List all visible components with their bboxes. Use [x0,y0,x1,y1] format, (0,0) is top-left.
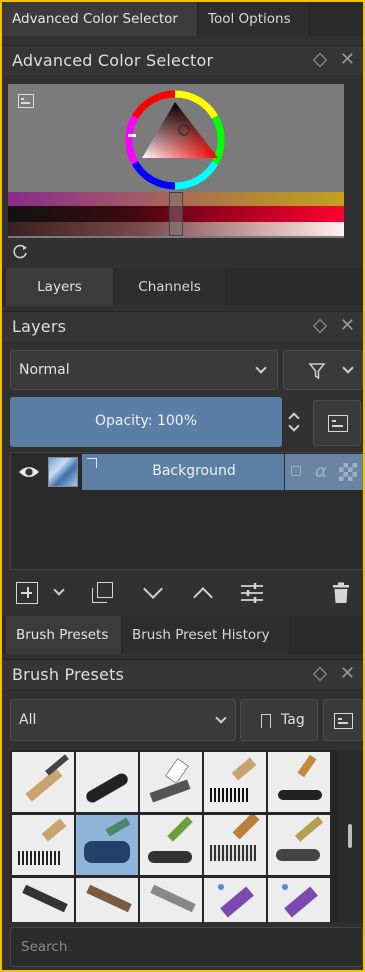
selector-settings-icon[interactable] [18,94,34,108]
brush-preset-tile[interactable] [268,752,330,812]
brush-preset-tile[interactable] [268,878,330,922]
tab-label: Layers [37,279,82,295]
tab-advanced-color-selector[interactable]: Advanced Color Selector [2,2,198,36]
layer-properties-sliders-icon[interactable] [240,582,264,604]
bookmark-icon [261,714,271,728]
scrollbar-thumb[interactable] [348,824,352,848]
brush-preset-tile[interactable] [76,878,138,922]
chevron-down-icon [255,362,267,374]
color-selector-title: Advanced Color Selector [12,51,214,70]
duplicate-layer-icon[interactable] [92,582,114,604]
tab-label: Tool Options [208,11,291,27]
brush-preset-tile[interactable] [204,815,266,875]
brush-preset-tile[interactable] [204,752,266,812]
properties-icon [328,415,348,432]
brush-grid-scrollbar[interactable] [338,750,363,922]
brush-preset-tile[interactable] [204,878,266,922]
layers-titlebar: Layers ✕ [2,311,363,341]
brush-preset-tile[interactable] [140,752,202,812]
eye-icon[interactable] [18,464,40,480]
layer-thumbnail [48,457,78,487]
hue-ring-triangle[interactable] [120,88,230,192]
close-docker-icon[interactable]: ✕ [340,49,355,71]
move-layer-down-icon[interactable] [143,579,163,599]
brush-tab-bar: Brush Presets Brush Preset History [2,616,363,654]
brush-preset-tile[interactable] [76,752,138,812]
tab-label: Brush Presets [16,627,109,643]
delete-layer-icon[interactable] [332,582,350,604]
float-docker-icon[interactable] [312,666,328,682]
layer-name-cell[interactable]: Background [104,454,284,490]
color-selector-titlebar: Advanced Color Selector ✕ [2,45,363,75]
brush-preset-tile[interactable] [12,752,74,812]
brush-preset-tile[interactable] [12,815,74,875]
tab-channels[interactable]: Channels [114,268,226,306]
layers-toolbar [2,576,363,610]
brush-preset-tile-selected[interactable] [76,815,138,875]
tab-tool-options[interactable]: Tool Options [198,2,310,36]
refresh-icon[interactable] [11,243,29,261]
top-tab-bar: Advanced Color Selector Tool Options [2,2,363,36]
layer-properties-button[interactable] [313,400,361,446]
brush-preset-tile[interactable] [140,815,202,875]
float-docker-icon[interactable] [312,52,328,68]
layers-title: Layers [12,317,67,336]
brush-preset-tile[interactable] [268,815,330,875]
tag-button[interactable]: Tag [240,699,318,741]
tab-label: Brush Preset History [132,627,270,643]
opacity-slider[interactable]: Opacity: 100% [10,397,282,447]
opacity-spinner[interactable] [287,408,301,436]
tab-layers[interactable]: Layers [6,268,114,306]
chevron-down-icon [215,712,227,724]
layers-tab-bar: Layers Channels [2,268,363,306]
move-layer-up-icon[interactable] [193,587,213,607]
add-layer-icon[interactable] [16,582,38,604]
krita-docker-column: Advanced Color Selector Tool Options Adv… [2,2,363,970]
brush-preset-grid [10,750,338,922]
brush-presets-titlebar: Brush Presets ✕ [2,659,363,689]
tab-label: Channels [138,279,201,295]
chevron-down-icon[interactable] [53,584,65,596]
layer-row[interactable]: Background α [12,454,363,490]
brush-search-field[interactable]: Search [10,927,363,967]
brush-preset-tile[interactable] [140,878,202,922]
color-selector-area[interactable] [8,84,344,238]
chevron-down-icon [342,362,354,374]
brush-preset-tile[interactable] [12,878,74,922]
alpha-lock-icon[interactable]: α [315,461,327,482]
layer-type-icon [82,454,104,490]
brush-filter-value: All [19,712,37,728]
layer-filter-button[interactable] [283,350,363,390]
tab-brush-presets[interactable]: Brush Presets [6,616,122,654]
brush-presets-title: Brush Presets [12,665,125,684]
close-docker-icon[interactable]: ✕ [340,663,355,685]
inherit-alpha-icon[interactable] [339,463,357,481]
brush-filter-combo[interactable]: All [10,699,236,741]
opacity-value: Opacity: 100% [94,413,198,429]
search-placeholder: Search [21,939,68,955]
tag-label: Tag [281,712,305,728]
tab-brush-preset-history[interactable]: Brush Preset History [122,616,290,654]
brush-view-menu-button[interactable] [323,699,363,741]
lock-icon[interactable] [291,466,301,476]
blend-mode-value: Normal [19,362,70,378]
view-menu-icon [334,713,353,729]
filter-icon [308,363,326,380]
close-docker-icon[interactable]: ✕ [340,315,355,337]
layer-flags: α [285,454,363,490]
color-patch-marker [169,192,183,236]
chevron-down-icon[interactable] [288,420,300,432]
tab-label: Advanced Color Selector [12,11,178,27]
layer-name: Background [152,463,236,479]
float-docker-icon[interactable] [312,318,328,334]
blend-mode-combo[interactable]: Normal [10,350,278,390]
